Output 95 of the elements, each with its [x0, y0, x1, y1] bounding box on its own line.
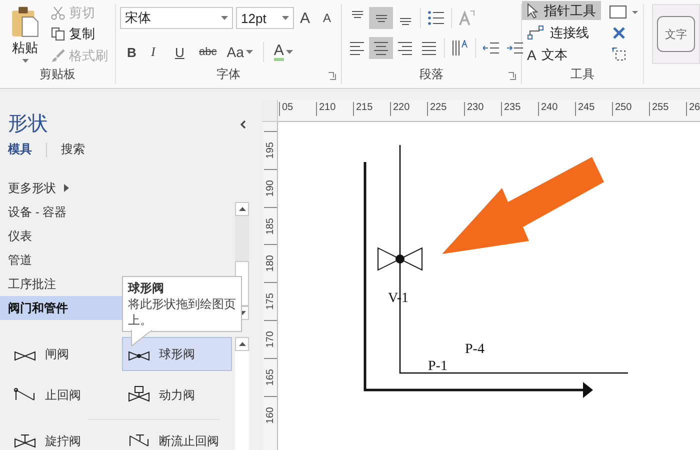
bullet-list-icon	[428, 11, 444, 25]
master-shape-item[interactable]: 球形阀	[122, 337, 232, 371]
stencil-item[interactable]: 仪表	[0, 224, 235, 248]
strikethrough-button[interactable]: abc	[196, 40, 220, 64]
ruler-label: 180	[265, 255, 276, 272]
connector-tool-button[interactable]: 连接线	[522, 23, 601, 43]
valve-icon	[127, 386, 151, 404]
align-icon	[374, 42, 388, 54]
ruler-label: 235	[504, 102, 521, 113]
vertical-align-button[interactable]	[369, 7, 393, 29]
stencil-item[interactable]: 管道	[0, 248, 235, 272]
align-icon	[350, 42, 364, 54]
stencil-item[interactable]: 设备 - 容器	[0, 200, 235, 224]
master-shape-item[interactable]: 断流止回阀	[122, 426, 232, 450]
caret-icon	[221, 16, 228, 20]
ruler-label: 190	[265, 180, 276, 197]
caret-icon	[246, 50, 253, 54]
scissors-icon	[51, 6, 65, 20]
ruler-label: 26	[689, 102, 700, 113]
caret-icon	[22, 59, 28, 63]
ruler-label: 185	[265, 218, 276, 234]
panel-tab[interactable]: 模具	[8, 141, 32, 158]
caret-icon	[286, 50, 293, 54]
master-shape-item[interactable]: 闸阀	[8, 337, 118, 371]
pointer-icon	[527, 2, 539, 19]
ruler-label: 210	[319, 102, 336, 113]
text-tool-icon: A	[527, 47, 536, 64]
rectangle-icon	[609, 5, 639, 19]
ruler-label: 165	[265, 368, 276, 386]
clipboard-icon	[10, 6, 40, 38]
tooltip-title: 球形阀	[128, 280, 165, 296]
master-shape-item[interactable]: 止回阀	[8, 377, 118, 413]
font-size-dropdown[interactable]: 12pt	[236, 7, 294, 29]
align-icon	[376, 14, 386, 22]
align-icon	[422, 42, 436, 54]
ruler-label: 160	[265, 406, 276, 424]
scroll-up-icon	[238, 342, 246, 346]
ruler-label: 245	[578, 102, 595, 113]
dialog-launcher-icon[interactable]	[328, 72, 336, 80]
paste-button[interactable]: 粘贴	[6, 4, 44, 65]
font-name-dropdown[interactable]: 宋体	[120, 7, 233, 29]
text-direction-icon	[452, 40, 468, 56]
more-shapes-item[interactable]: 更多形状	[0, 176, 262, 200]
indent-icon	[507, 42, 523, 54]
master-shape-item[interactable]: 动力阀	[122, 377, 232, 413]
align-icon	[352, 11, 362, 18]
pipe-label: P-1	[428, 359, 448, 374]
brush-icon	[51, 48, 65, 63]
ruler-label: 240	[541, 102, 558, 113]
panel-title: 形状	[8, 112, 48, 137]
change-case-button[interactable]: Aa	[224, 40, 256, 64]
text-tool-button[interactable]: A 文本	[522, 46, 601, 65]
scrollbar[interactable]	[235, 337, 249, 450]
underline-button[interactable]: U	[172, 40, 192, 64]
rotate-text-icon	[459, 10, 475, 26]
copy-icon	[51, 27, 65, 42]
ruler-label: 250	[615, 102, 632, 113]
align-icon	[400, 18, 410, 25]
grow-font-button[interactable]: A	[297, 6, 317, 30]
shape-style-item[interactable]: 文字	[657, 16, 695, 52]
ruler-label: 05	[282, 102, 294, 113]
scroll-up-icon	[238, 207, 246, 211]
ruler-label: 170	[265, 331, 276, 348]
shrink-font-button[interactable]: A	[320, 6, 340, 30]
caret-icon	[282, 16, 289, 20]
pipe-label: P-4	[465, 342, 484, 357]
bold-button[interactable]: B	[124, 40, 144, 64]
master-shape-item[interactable]: 旋拧阀	[8, 426, 118, 450]
outdent-icon	[483, 42, 499, 54]
dialog-launcher-icon[interactable]	[508, 72, 516, 80]
panel-tab[interactable]: 搜索	[61, 141, 85, 158]
close-icon	[613, 27, 625, 39]
group-label: 剪贴板	[40, 66, 76, 83]
group-label: 段落	[420, 66, 444, 83]
ruler-label: 255	[652, 102, 669, 113]
valve-icon	[13, 432, 37, 450]
collapse-chevron-icon[interactable]	[240, 120, 246, 128]
copy-button[interactable]: 复制	[48, 25, 111, 44]
connector-icon	[527, 24, 545, 41]
globe-valve-shape	[378, 247, 422, 271]
connection-point-icon	[612, 47, 626, 61]
font-color-button[interactable]: A	[270, 40, 296, 64]
ruler-label: 195	[265, 142, 276, 159]
italic-button[interactable]: I	[148, 40, 168, 64]
group-label: 工具	[570, 66, 594, 83]
horizontal-align-button[interactable]	[369, 37, 393, 59]
align-icon	[398, 42, 412, 54]
ruler-label: 230	[467, 102, 484, 113]
ruler-label: 225	[430, 102, 447, 113]
triangle-right-icon	[64, 184, 69, 192]
ruler-label: 220	[393, 102, 410, 113]
pointer-tool-button[interactable]: 指针工具	[522, 1, 601, 20]
group-label: 字体	[216, 66, 240, 83]
ruler-label: 215	[356, 102, 373, 113]
ruler-label: 175	[265, 293, 276, 310]
